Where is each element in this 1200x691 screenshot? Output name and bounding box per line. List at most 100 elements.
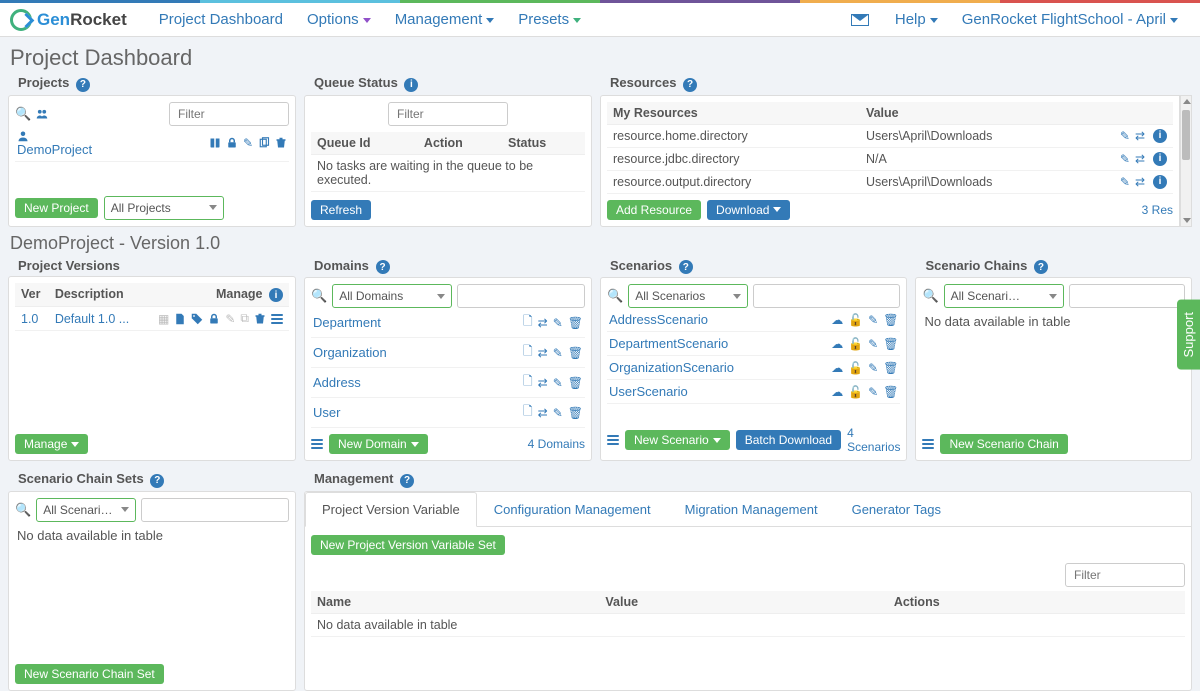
nav-help[interactable]: Help <box>883 5 950 34</box>
refresh-button[interactable]: Refresh <box>311 200 371 220</box>
brand-logo[interactable]: GenRocket <box>10 9 127 31</box>
nav-presets[interactable]: Presets <box>506 5 593 34</box>
menu-icon[interactable] <box>311 439 323 449</box>
domains-dropdown[interactable]: All Domains <box>332 284 452 308</box>
new-chain-button[interactable]: New Scenario Chain <box>940 434 1067 454</box>
trash-icon[interactable]: 🗑 <box>568 346 583 360</box>
lock-icon[interactable]: 🔓 <box>848 337 863 351</box>
chains-filter[interactable] <box>1069 284 1185 308</box>
copy-icon[interactable] <box>258 137 270 149</box>
add-resource-button[interactable]: Add Resource <box>607 200 701 220</box>
pencil-icon[interactable]: ✎ <box>868 313 878 327</box>
domains-filter[interactable] <box>457 284 585 308</box>
lock-icon[interactable]: 🔓 <box>848 385 863 399</box>
new-chainset-button[interactable]: New Scenario Chain Set <box>15 664 164 684</box>
trash-icon[interactable]: 🗑 <box>568 316 583 330</box>
swap-icon[interactable]: ⇄ <box>538 346 548 360</box>
help-icon[interactable]: ? <box>400 474 414 488</box>
download-button[interactable]: Download <box>707 200 790 220</box>
support-tab[interactable]: Support <box>1177 300 1200 370</box>
new-project-button[interactable]: New Project <box>15 198 98 218</box>
domain-link[interactable]: Organization <box>313 345 387 360</box>
scenario-link[interactable]: AddressScenario <box>609 312 708 327</box>
help-icon[interactable]: ? <box>376 260 390 274</box>
new-scenario-button[interactable]: New Scenario <box>625 430 730 450</box>
chainsets-filter[interactable] <box>141 498 289 522</box>
file-icon[interactable]: 🗋 <box>523 372 533 393</box>
scenarios-dropdown[interactable]: All Scenarios <box>628 284 748 308</box>
search-icon[interactable]: 🔍 <box>15 106 31 122</box>
nav-management[interactable]: Management <box>383 5 507 34</box>
file-icon[interactable]: 🗋 <box>523 402 533 423</box>
tab-project-version-variable[interactable]: Project Version Variable <box>305 492 477 527</box>
calendar-icon[interactable]: ▦ <box>158 312 169 326</box>
pencil-icon[interactable]: ✎ <box>243 136 253 150</box>
tag-icon[interactable] <box>191 313 203 325</box>
nav-project-dashboard[interactable]: Project Dashboard <box>147 5 295 34</box>
pencil-icon[interactable]: ✎ <box>553 316 563 330</box>
trash-icon[interactable] <box>275 137 287 149</box>
new-pvv-set-button[interactable]: New Project Version Variable Set <box>311 535 505 555</box>
nav-account[interactable]: GenRocket FlightSchool - April <box>950 5 1190 34</box>
pencil-icon[interactable]: ✎ <box>225 312 235 326</box>
cloud-download-icon[interactable]: ☁ <box>831 313 843 327</box>
scenarios-filter[interactable] <box>753 284 900 308</box>
cloud-download-icon[interactable]: ☁ <box>831 361 843 375</box>
scenario-link[interactable]: OrganizationScenario <box>609 360 734 375</box>
search-icon[interactable]: 🔍 <box>922 288 938 304</box>
mgmt-filter[interactable] <box>1065 563 1185 587</box>
pencil-icon[interactable]: ✎ <box>1120 175 1130 189</box>
help-icon[interactable]: ? <box>679 260 693 274</box>
search-icon[interactable]: 🔍 <box>311 288 327 304</box>
trash-icon[interactable]: 🗑 <box>883 385 898 399</box>
search-icon[interactable]: 🔍 <box>15 502 31 518</box>
lock-icon[interactable]: 🔓 <box>848 313 863 327</box>
chains-dropdown[interactable]: All Scenari… <box>944 284 1064 308</box>
swap-icon[interactable]: ⇄ <box>1135 152 1145 166</box>
domain-link[interactable]: Address <box>313 375 361 390</box>
info-icon[interactable]: i <box>1153 175 1167 189</box>
cloud-download-icon[interactable]: ☁ <box>831 385 843 399</box>
pencil-icon[interactable]: ✎ <box>553 346 563 360</box>
trash-icon[interactable]: 🗑 <box>883 313 898 327</box>
tab-migration-management[interactable]: Migration Management <box>668 492 835 527</box>
projects-filter[interactable] <box>169 102 289 126</box>
file-icon[interactable]: 🗋 <box>523 312 533 333</box>
trash-icon[interactable]: 🗑 <box>568 376 583 390</box>
batch-download-button[interactable]: Batch Download <box>736 430 841 450</box>
swap-icon[interactable]: ⇄ <box>538 316 548 330</box>
new-domain-button[interactable]: New Domain <box>329 434 428 454</box>
file-icon[interactable] <box>174 313 186 325</box>
queue-filter[interactable] <box>388 102 508 126</box>
help-icon[interactable]: ? <box>150 474 164 488</box>
projects-dropdown[interactable]: All Projects <box>104 196 224 220</box>
manage-button[interactable]: Manage <box>15 434 88 454</box>
info-icon[interactable]: i <box>1153 152 1167 166</box>
scenario-link[interactable]: DepartmentScenario <box>609 336 728 351</box>
domain-link[interactable]: User <box>313 405 340 420</box>
info-icon[interactable]: i <box>269 288 283 302</box>
trash-icon[interactable]: 🗑 <box>883 337 898 351</box>
info-icon[interactable]: i <box>404 78 418 92</box>
trash-icon[interactable]: 🗑 <box>568 406 583 420</box>
lock-icon[interactable] <box>208 313 220 325</box>
pencil-icon[interactable]: ✎ <box>1120 129 1130 143</box>
tab-config-management[interactable]: Configuration Management <box>477 492 668 527</box>
swap-icon[interactable]: ⇄ <box>538 406 548 420</box>
pencil-icon[interactable]: ✎ <box>868 337 878 351</box>
trash-icon[interactable] <box>254 313 266 325</box>
book-icon[interactable] <box>209 137 221 149</box>
nav-options[interactable]: Options <box>295 5 383 34</box>
help-icon[interactable]: ? <box>1034 260 1048 274</box>
cloud-download-icon[interactable]: ☁ <box>831 337 843 351</box>
swap-icon[interactable]: ⇄ <box>1135 129 1145 143</box>
trash-icon[interactable]: 🗑 <box>883 361 898 375</box>
lock-icon[interactable]: 🔓 <box>848 361 863 375</box>
copy-icon[interactable]: ⧉ <box>240 311 249 326</box>
help-icon[interactable]: ? <box>683 78 697 92</box>
swap-icon[interactable]: ⇄ <box>538 376 548 390</box>
menu-icon[interactable] <box>271 314 283 324</box>
resources-scrollbar[interactable] <box>1180 95 1192 227</box>
pencil-icon[interactable]: ✎ <box>553 376 563 390</box>
chainsets-dropdown[interactable]: All Scenari… <box>36 498 136 522</box>
